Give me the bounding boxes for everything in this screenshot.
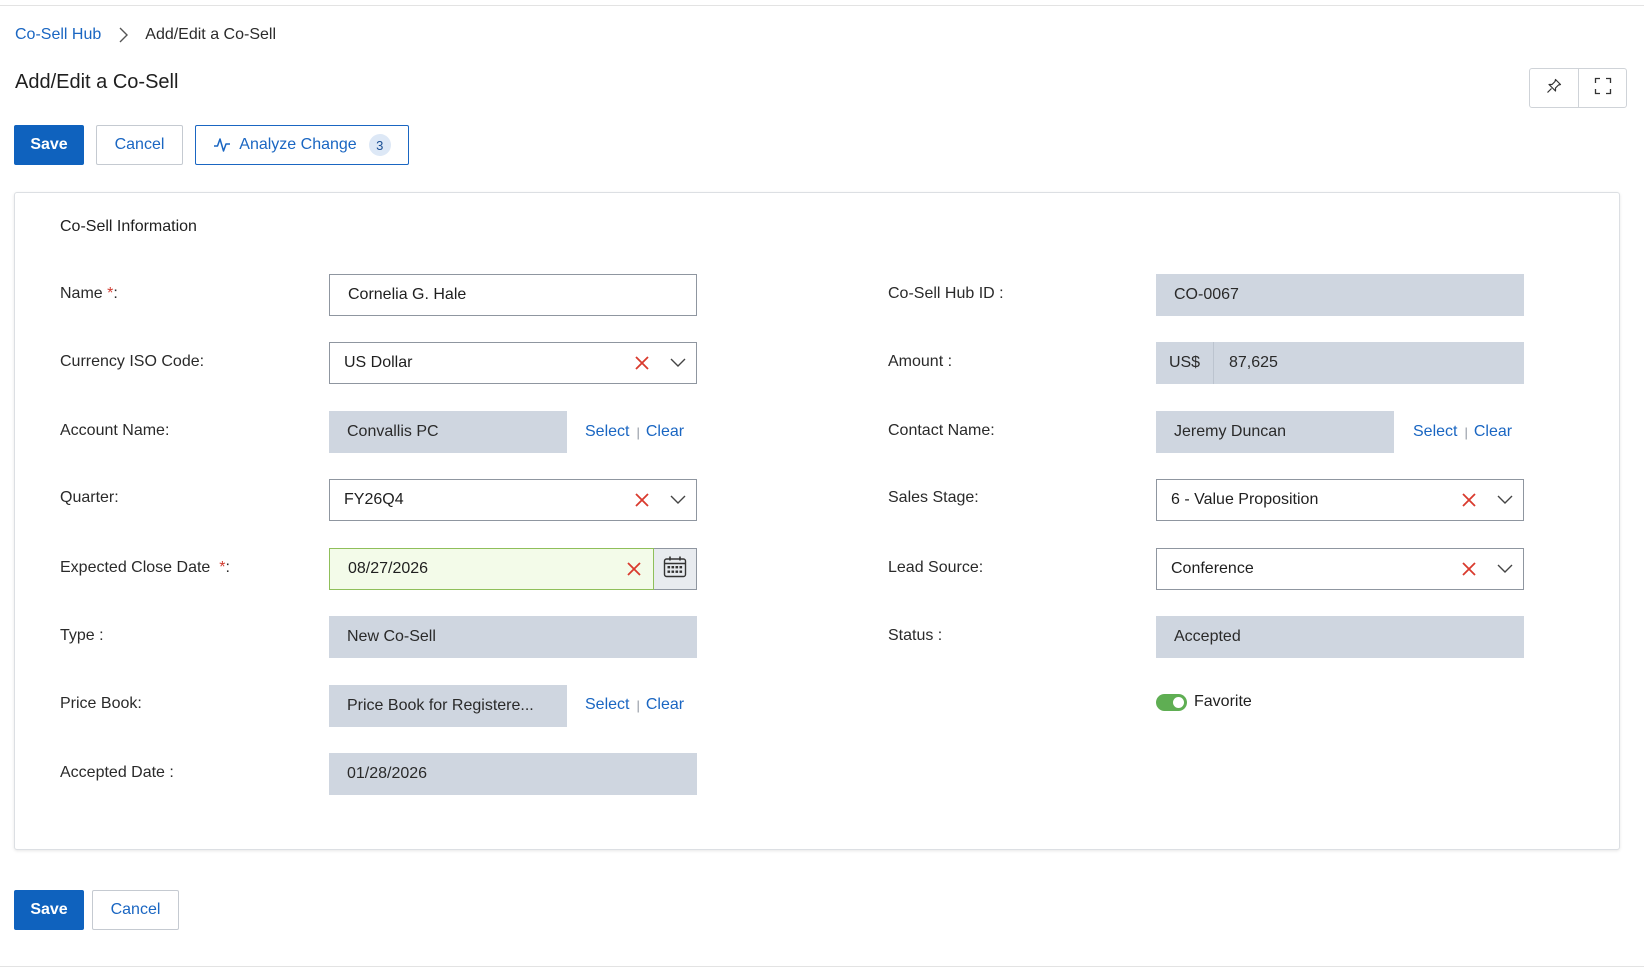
status-label: Status : bbox=[888, 627, 943, 644]
accepted-date-field: 01/28/2026 bbox=[329, 753, 697, 795]
link-divider: | bbox=[636, 697, 640, 713]
close-date-input[interactable]: 08/27/2026 bbox=[329, 548, 654, 590]
quarter-value: FY26Q4 bbox=[344, 491, 404, 508]
clear-x-icon[interactable] bbox=[1451, 493, 1487, 507]
amount-field: US$ 87,625 bbox=[1156, 342, 1524, 384]
breadcrumb-current: Add/Edit a Co-Sell bbox=[145, 26, 276, 43]
price-book-select-link[interactable]: Select bbox=[585, 696, 629, 714]
status-field: Accepted bbox=[1156, 616, 1524, 658]
account-field: Convallis PC bbox=[329, 411, 567, 453]
contact-label: Contact Name: bbox=[888, 422, 995, 439]
lead-source-label: Lead Source: bbox=[888, 559, 984, 576]
contact-actions: Select | Clear bbox=[1413, 423, 1512, 441]
accepted-date-label: Accepted Date : bbox=[60, 764, 174, 781]
link-divider: | bbox=[1464, 424, 1468, 440]
hub-id-field: CO-0067 bbox=[1156, 274, 1524, 316]
toggle-knob bbox=[1173, 696, 1184, 708]
save-button[interactable]: Save bbox=[14, 125, 84, 165]
link-divider: | bbox=[636, 424, 640, 440]
account-clear-link[interactable]: Clear bbox=[646, 423, 684, 441]
favorite-toggle[interactable] bbox=[1156, 693, 1187, 711]
bottom-divider bbox=[0, 966, 1644, 967]
name-label: Name *: bbox=[60, 285, 118, 302]
contact-select-link[interactable]: Select bbox=[1413, 423, 1457, 441]
price-book-label: Price Book: bbox=[60, 695, 142, 712]
section-title: Co-Sell Information bbox=[60, 218, 197, 235]
calendar-button[interactable] bbox=[654, 548, 697, 590]
type-field: New Co-Sell bbox=[329, 616, 697, 658]
price-book-field: Price Book for Registere... bbox=[329, 685, 567, 727]
contact-clear-link[interactable]: Clear bbox=[1474, 423, 1512, 441]
breadcrumb: Co-Sell Hub Add/Edit a Co-Sell bbox=[15, 26, 276, 44]
fullscreen-icon bbox=[1594, 77, 1612, 100]
sales-stage-value: 6 - Value Proposition bbox=[1171, 491, 1319, 508]
analyze-change-label: Analyze Change bbox=[239, 136, 357, 153]
sales-stage-label: Sales Stage: bbox=[888, 489, 979, 506]
currency-symbol: US$ bbox=[1156, 342, 1214, 384]
analyze-count-badge: 3 bbox=[368, 134, 391, 156]
amount-value: 87,625 bbox=[1229, 354, 1278, 371]
clear-x-icon[interactable] bbox=[624, 356, 660, 370]
contact-field: Jeremy Duncan bbox=[1156, 411, 1394, 453]
clear-x-icon[interactable] bbox=[1451, 562, 1487, 576]
view-controls bbox=[1529, 68, 1627, 108]
cancel-button[interactable]: Cancel bbox=[96, 125, 183, 165]
sales-stage-select[interactable]: 6 - Value Proposition bbox=[1156, 479, 1524, 521]
type-label: Type : bbox=[60, 627, 104, 644]
hub-id-label: Co-Sell Hub ID : bbox=[888, 285, 1004, 302]
quarter-label: Quarter: bbox=[60, 489, 119, 506]
activity-icon bbox=[213, 137, 231, 153]
fullscreen-button[interactable] bbox=[1578, 69, 1626, 107]
chevron-down-icon[interactable] bbox=[660, 358, 696, 368]
currency-value: US Dollar bbox=[344, 354, 413, 371]
price-book-actions: Select | Clear bbox=[585, 696, 684, 714]
name-input[interactable]: Cornelia G. Hale bbox=[329, 274, 697, 316]
footer-cancel-button[interactable]: Cancel bbox=[92, 890, 179, 930]
co-sell-information-panel: Co-Sell Information Name *: Cornelia G. … bbox=[14, 192, 1620, 850]
account-actions: Select | Clear bbox=[585, 423, 684, 441]
footer-save-button[interactable]: Save bbox=[14, 890, 84, 930]
top-divider bbox=[0, 5, 1644, 6]
chevron-down-icon[interactable] bbox=[1487, 564, 1523, 574]
lead-source-select[interactable]: Conference bbox=[1156, 548, 1524, 590]
close-date-field: 08/27/2026 bbox=[329, 548, 697, 590]
favorite-label: Favorite bbox=[1194, 693, 1252, 710]
pin-icon bbox=[1545, 77, 1563, 100]
clear-x-icon[interactable] bbox=[624, 493, 660, 507]
breadcrumb-link-co-sell-hub[interactable]: Co-Sell Hub bbox=[15, 26, 101, 44]
chevron-right-icon bbox=[119, 26, 131, 44]
chevron-down-icon[interactable] bbox=[1487, 495, 1523, 505]
currency-select[interactable]: US Dollar bbox=[329, 342, 697, 384]
close-date-value: 08/27/2026 bbox=[348, 560, 429, 577]
lead-source-value: Conference bbox=[1171, 560, 1254, 577]
amount-label: Amount : bbox=[888, 353, 953, 370]
analyze-change-button[interactable]: Analyze Change 3 bbox=[195, 125, 409, 165]
price-book-clear-link[interactable]: Clear bbox=[646, 696, 684, 714]
account-select-link[interactable]: Select bbox=[585, 423, 629, 441]
page-title: Add/Edit a Co-Sell bbox=[15, 71, 179, 93]
currency-label: Currency ISO Code: bbox=[60, 353, 205, 370]
pin-button[interactable] bbox=[1530, 69, 1578, 107]
quarter-select[interactable]: FY26Q4 bbox=[329, 479, 697, 521]
close-date-label: Expected Close Date *: bbox=[60, 559, 230, 576]
account-label: Account Name: bbox=[60, 422, 170, 439]
calendar-icon bbox=[663, 556, 687, 583]
favorite-toggle-group: Favorite bbox=[1156, 693, 1252, 711]
clear-x-icon[interactable] bbox=[615, 562, 653, 576]
chevron-down-icon[interactable] bbox=[660, 495, 696, 505]
